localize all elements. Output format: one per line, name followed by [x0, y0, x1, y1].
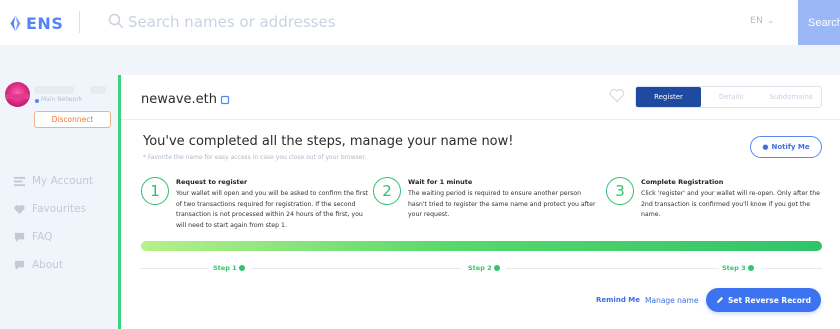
copy-icon[interactable] [220, 95, 230, 105]
step-divider [141, 268, 209, 269]
step-label-text: Step 3 [722, 264, 746, 272]
step-body: Click 'register' and your wallet will re… [641, 190, 820, 218]
heart-icon [14, 204, 25, 214]
ens-logo[interactable]: ENS [7, 12, 63, 34]
favourite-heart-icon[interactable] [609, 88, 625, 103]
step-body: The waiting period is required to ensure… [408, 190, 596, 218]
check-icon [493, 265, 500, 271]
sidebar-item-label: My Account [32, 175, 94, 187]
favorite-note: * Favorite the name for easy access in c… [143, 154, 367, 161]
tab-details[interactable]: Details [701, 87, 761, 107]
sidebar-item-my-account[interactable]: My Account [14, 174, 93, 188]
header-divider [79, 11, 80, 33]
step-title: Wait for 1 minute [408, 178, 473, 186]
step-number: 1 [141, 177, 169, 205]
account-address-blurred-end [90, 86, 106, 94]
step-divider [251, 268, 461, 269]
remind-me-link[interactable]: Remind Me [596, 296, 640, 304]
sidebar-item-label: Favourites [32, 203, 87, 215]
tab-subdomains[interactable]: Subdomains [761, 87, 821, 107]
step-body: Your wallet will open and you will be as… [176, 190, 368, 229]
avatar [5, 82, 30, 107]
notify-me-label: Notify Me [771, 143, 810, 151]
sidebar-item-about[interactable]: About [14, 258, 63, 272]
check-icon [238, 265, 245, 271]
network-status-dot [35, 99, 39, 103]
search-button[interactable]: Search [798, 0, 840, 45]
set-reverse-record-button[interactable]: Set Reverse Record [706, 288, 821, 312]
step-title: Complete Registration [641, 178, 724, 186]
disconnect-button[interactable]: Disconnect [34, 111, 111, 128]
top-header: ENS EN ⌄ Search [0, 0, 840, 45]
step-number: 3 [606, 177, 634, 205]
domain-text: newave.eth [141, 92, 217, 107]
step-label-text: Step 2 [468, 264, 492, 272]
bell-icon: ● [762, 143, 769, 151]
sidebar-item-label: FAQ [32, 231, 53, 243]
info-chat-icon [14, 260, 25, 270]
search-icon [108, 13, 124, 29]
account-address-blurred [34, 86, 74, 94]
step-divider [761, 268, 822, 269]
manage-name-link[interactable]: Manage name [645, 296, 698, 305]
pencil-icon [717, 297, 724, 303]
step-2-label: Step 2 [468, 264, 500, 272]
domain-name: newave.eth [141, 92, 230, 107]
account-icon [14, 176, 25, 186]
check-icon [747, 265, 754, 271]
logo-text: ENS [26, 13, 64, 33]
step-number: 2 [373, 177, 401, 205]
card-header: newave.eth Register Details Subdomains [121, 75, 840, 120]
step-title: Request to register [176, 178, 248, 186]
sidebar-item-faq[interactable]: FAQ [14, 230, 52, 244]
sidebar-item-favourites[interactable]: Favourites [14, 202, 86, 216]
registration-card: newave.eth Register Details Subdomains Y… [118, 75, 840, 329]
set-reverse-record-label: Set Reverse Record [728, 295, 811, 305]
step-1-label: Step 1 [213, 264, 245, 272]
step-label-text: Step 1 [213, 264, 237, 272]
language-selector[interactable]: EN ⌄ [750, 16, 775, 26]
registration-progress-bar [141, 241, 822, 251]
step-3-label: Step 3 [722, 264, 754, 272]
step-divider [506, 268, 719, 269]
chat-icon [14, 232, 25, 242]
sidebar-item-label: About [32, 259, 64, 271]
search-input[interactable] [128, 8, 688, 36]
notify-me-button[interactable]: ● Notify Me [750, 136, 822, 158]
tab-register[interactable]: Register [636, 87, 701, 107]
ens-logo-icon [10, 15, 21, 31]
name-tabs: Register Details Subdomains [635, 86, 822, 108]
completion-headline: You've completed all the steps, manage y… [143, 134, 514, 149]
network-label: Main Network [41, 96, 83, 103]
